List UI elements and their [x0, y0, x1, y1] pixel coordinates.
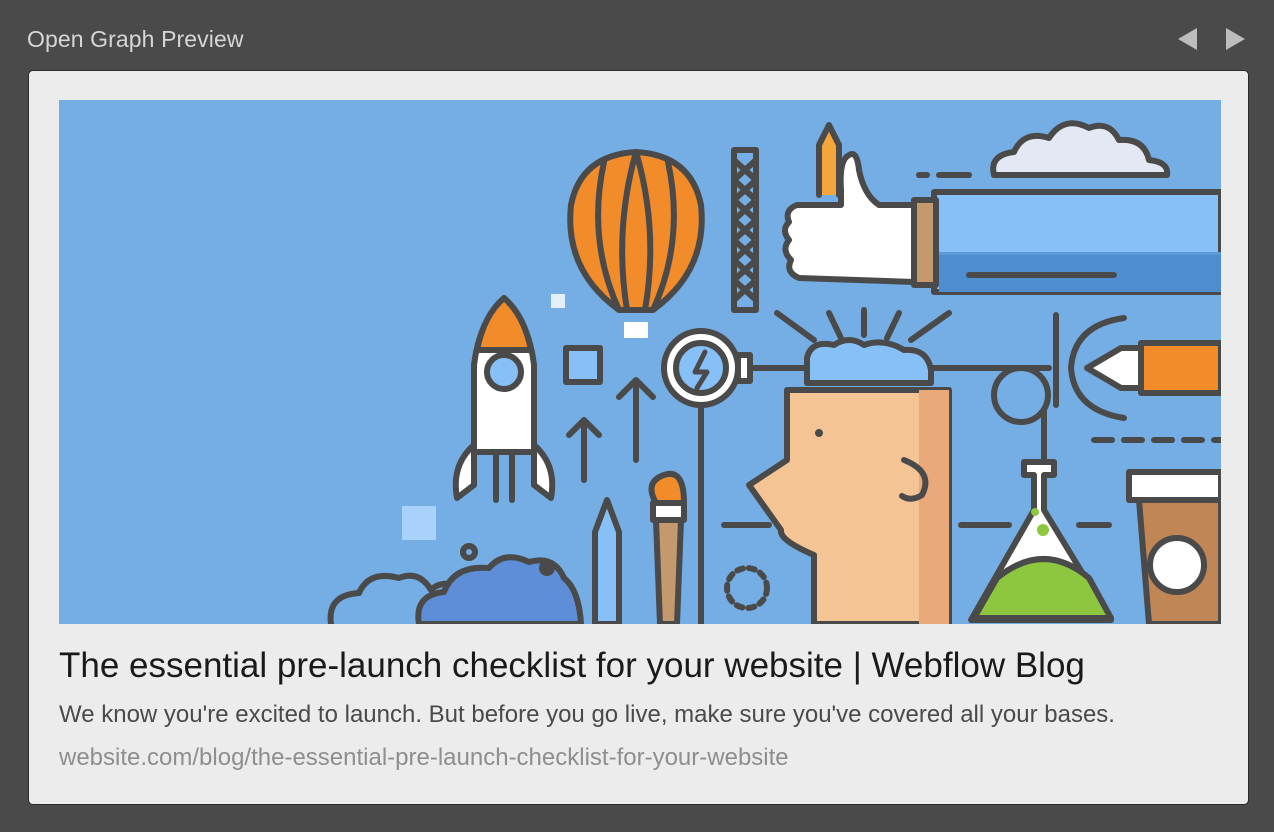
og-url[interactable]: website.com/blog/the-essential-pre-launc…: [59, 744, 789, 772]
og-title[interactable]: The essential pre-launch checklist for y…: [59, 646, 1085, 686]
next-button[interactable]: [1222, 26, 1248, 52]
og-preview-card: The essential pre-launch checklist for y…: [28, 70, 1249, 805]
og-description: We know you're excited to launch. But be…: [59, 701, 1115, 728]
panel-header: Open Graph Preview: [0, 0, 1274, 70]
triangle-right-icon: [1226, 28, 1245, 50]
og-image: [59, 100, 1221, 624]
panel-title: Open Graph Preview: [27, 26, 244, 52]
previous-button[interactable]: [1175, 26, 1201, 52]
triangle-left-icon: [1178, 28, 1197, 50]
launch-illustration: [59, 100, 1221, 624]
